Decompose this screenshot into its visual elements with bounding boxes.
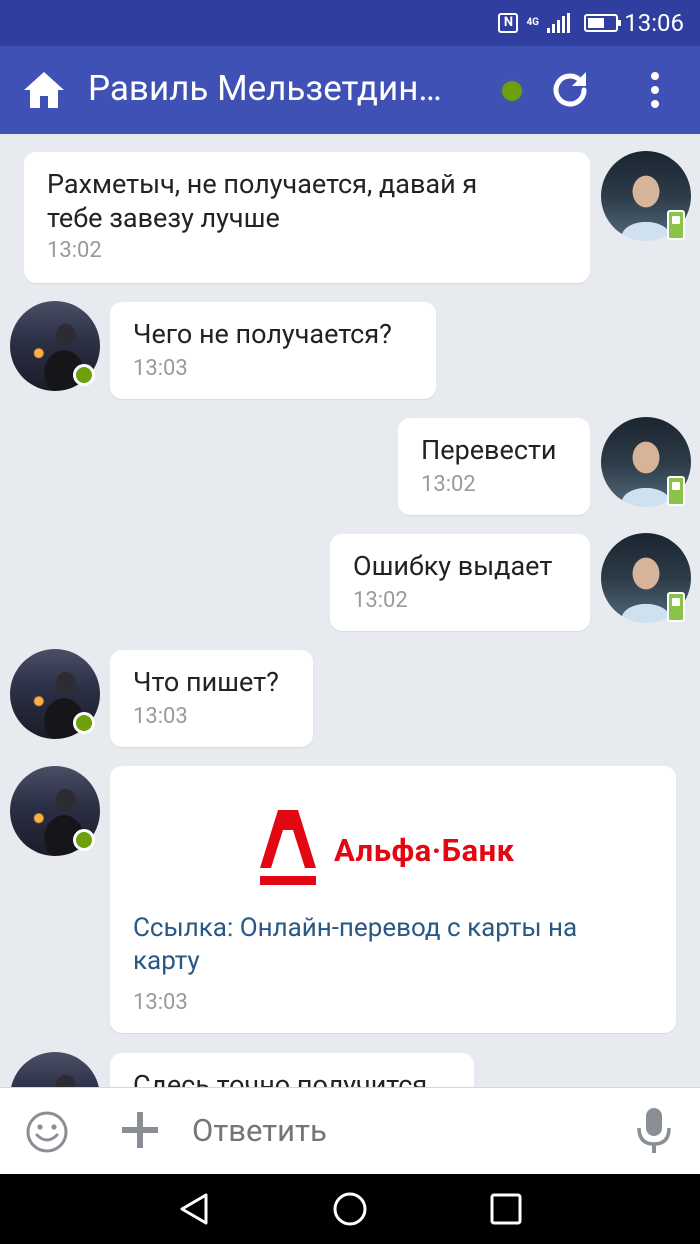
refresh-icon[interactable] <box>548 68 592 112</box>
message-text: Перевести <box>421 434 557 466</box>
system-navigation-bar <box>0 1174 700 1244</box>
mobile-phone-icon <box>667 476 685 506</box>
message-time: 13:03 <box>133 990 188 1015</box>
message-bubble-outgoing[interactable]: Ошибку выдает 13:02 <box>330 534 590 631</box>
message-bubble-outgoing[interactable]: Перевести 13:02 <box>398 418 590 515</box>
emoji-icon[interactable] <box>25 1110 69 1154</box>
status-icons: N 4G <box>498 11 621 35</box>
home-icon[interactable] <box>20 66 68 114</box>
message-text: Чего не получается? <box>133 318 392 350</box>
alfa-bank-logo: Альфа·Банк <box>260 804 530 894</box>
avatar-contact[interactable] <box>10 1052 100 1087</box>
message-text: Что пишет? <box>133 666 279 698</box>
back-icon[interactable] <box>176 1191 212 1227</box>
nfc-icon: N <box>498 13 519 33</box>
online-dot-icon <box>73 364 95 386</box>
message-list[interactable]: Рахметыч, не получается, давай я тебе за… <box>0 134 700 1087</box>
conversation-title[interactable]: Равиль Мельзетдин… <box>88 66 488 112</box>
link-preview-bubble[interactable]: Альфа·Банк Ссылка: Онлайн-перевод с карт… <box>110 766 676 1033</box>
message-composer <box>0 1087 700 1175</box>
status-time: 13:06 <box>624 9 684 37</box>
message-time: 13:03 <box>133 356 188 381</box>
mobile-phone-icon <box>667 210 685 240</box>
signal-icon <box>547 13 570 33</box>
message-time: 13:02 <box>353 588 408 613</box>
reply-input[interactable] <box>192 1112 592 1149</box>
message-time: 13:03 <box>133 704 188 729</box>
status-bar: N 4G 13:06 <box>0 0 700 46</box>
mobile-phone-icon <box>667 592 685 622</box>
message-time: 13:02 <box>421 472 476 497</box>
message-bubble-incoming[interactable]: Сдесь точно получится <box>110 1053 474 1087</box>
link-title[interactable]: Ссылка: Онлайн-перевод с карты на карту <box>133 912 653 978</box>
message-bubble-incoming[interactable]: Чего не получается? 13:03 <box>110 302 436 399</box>
more-options-icon[interactable] <box>640 68 670 112</box>
battery-icon <box>584 14 621 32</box>
attach-plus-icon[interactable] <box>120 1110 160 1150</box>
message-text: Рахметыч, не получается, давай я тебе за… <box>47 168 478 234</box>
recent-apps-icon[interactable] <box>488 1191 524 1227</box>
message-time: 13:02 <box>47 238 102 263</box>
online-dot-icon <box>73 829 95 851</box>
microphone-icon[interactable] <box>632 1106 676 1156</box>
home-nav-icon[interactable] <box>332 1191 368 1227</box>
network-type: 4G <box>526 17 539 28</box>
app-bar: Равиль Мельзетдин… <box>0 46 700 134</box>
message-bubble-incoming[interactable]: Что пишет? 13:03 <box>110 650 313 747</box>
online-status-indicator <box>500 79 524 103</box>
message-text: Сдесь точно получится <box>133 1069 428 1087</box>
message-bubble-outgoing[interactable]: Рахметыч, не получается, давай я тебе за… <box>24 152 590 283</box>
online-dot-icon <box>73 712 95 734</box>
message-text: Ошибку выдает <box>353 550 553 582</box>
